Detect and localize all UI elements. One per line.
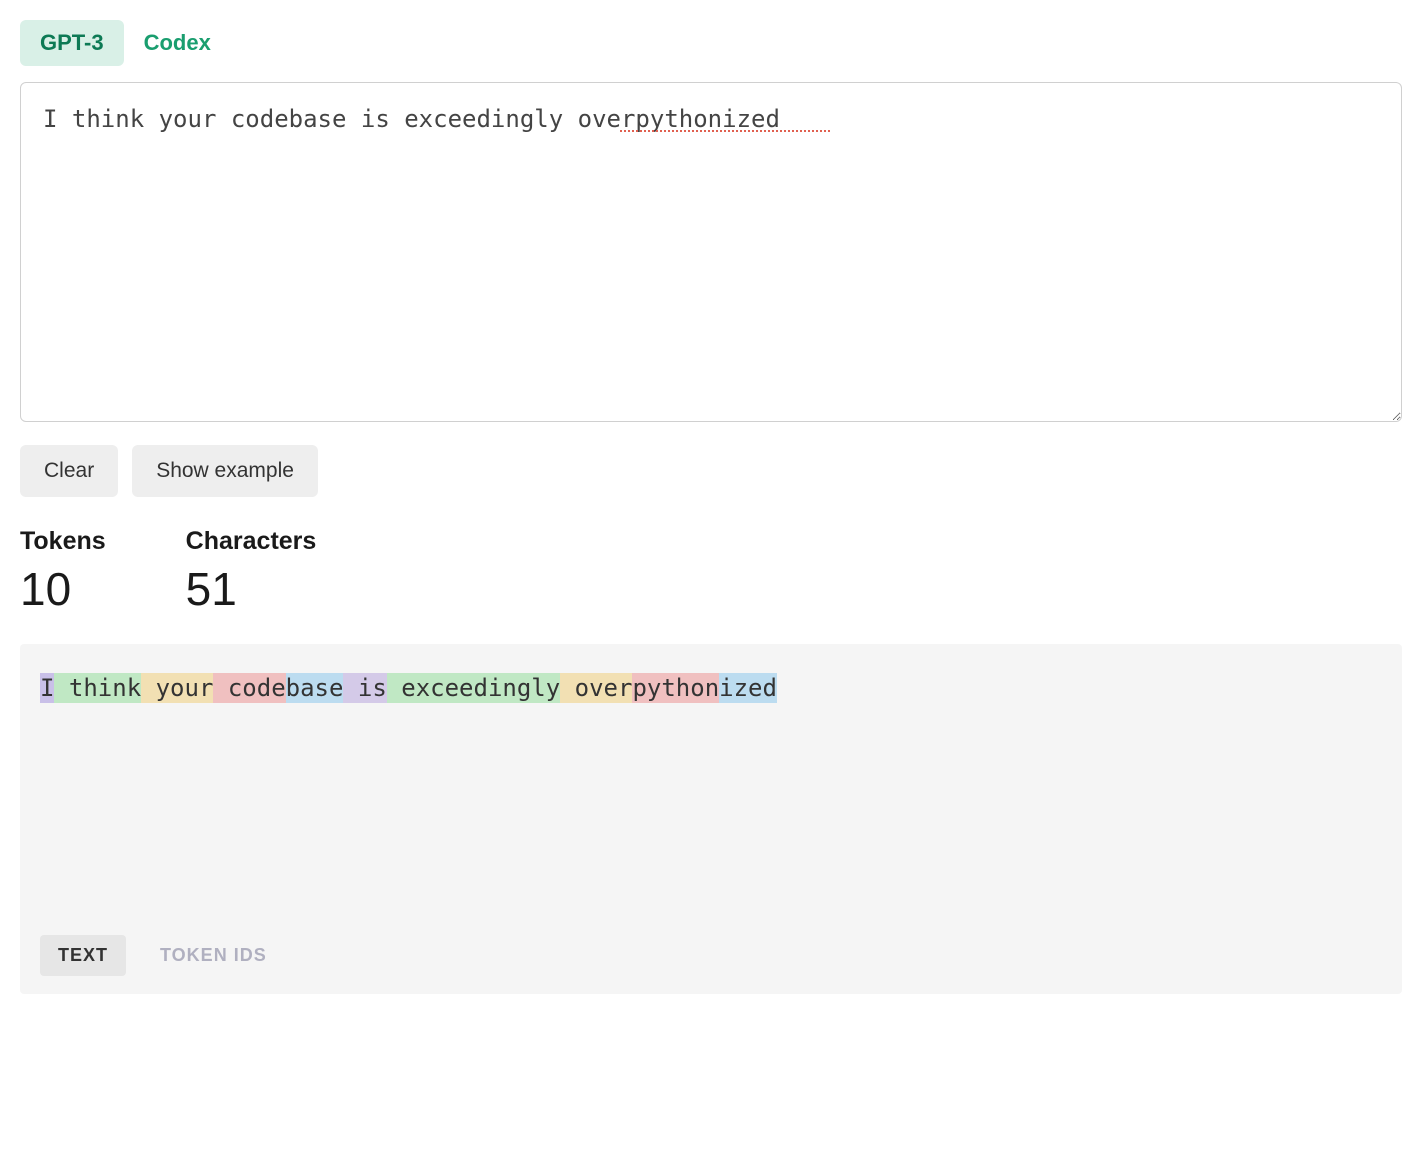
button-row: Clear Show example	[20, 445, 1402, 497]
view-tabs: TEXT TOKEN IDS	[40, 935, 1382, 976]
token-span: your	[141, 673, 213, 703]
token-display: I think your codebase is exceedingly ove…	[40, 672, 1382, 706]
token-span: think	[54, 673, 141, 703]
model-tabs: GPT-3 Codex	[20, 20, 1402, 66]
tokens-value: 10	[20, 562, 106, 616]
token-span: over	[560, 673, 632, 703]
show-example-button[interactable]: Show example	[132, 445, 318, 497]
stats-row: Tokens 10 Characters 51	[20, 527, 1402, 616]
token-span: code	[213, 673, 285, 703]
characters-label: Characters	[186, 527, 317, 556]
tokens-label: Tokens	[20, 527, 106, 556]
tokenizer-input[interactable]	[20, 82, 1402, 422]
view-tab-token-ids[interactable]: TOKEN IDS	[142, 935, 285, 976]
token-span: ized	[719, 673, 777, 703]
token-panel: I think your codebase is exceedingly ove…	[20, 644, 1402, 994]
stat-tokens: Tokens 10	[20, 527, 106, 616]
token-span: base	[286, 673, 344, 703]
tab-gpt3[interactable]: GPT-3	[20, 20, 124, 66]
characters-value: 51	[186, 562, 317, 616]
token-span: I	[40, 673, 54, 703]
token-span: python	[632, 673, 719, 703]
input-wrapper	[20, 82, 1402, 427]
clear-button[interactable]: Clear	[20, 445, 118, 497]
token-span: exceedingly	[387, 673, 560, 703]
stat-characters: Characters 51	[186, 527, 317, 616]
view-tab-text[interactable]: TEXT	[40, 935, 126, 976]
token-span: is	[343, 673, 386, 703]
tab-codex[interactable]: Codex	[124, 20, 231, 66]
